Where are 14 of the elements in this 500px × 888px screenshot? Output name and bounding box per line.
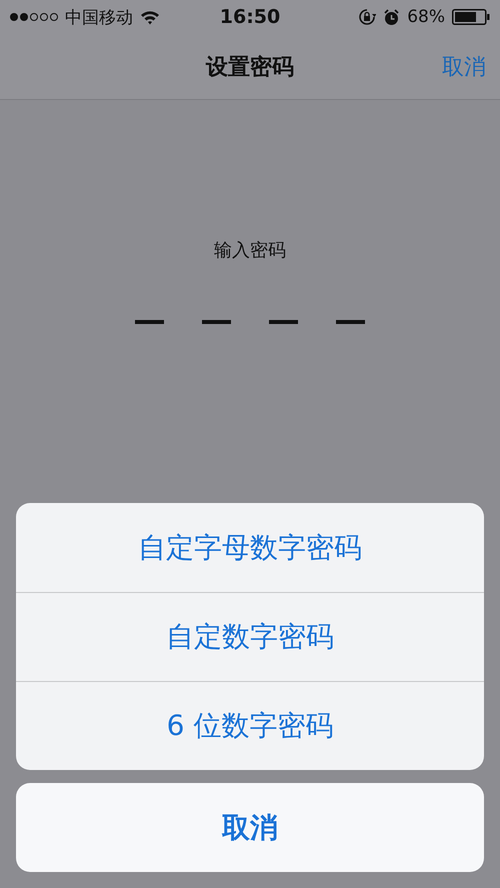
sheet-option[interactable]: 6 位数字密码: [16, 681, 484, 770]
passcode-prompt: 输入密码: [214, 239, 286, 262]
screen-title: 设置密码: [206, 54, 294, 82]
wifi-icon: [140, 10, 160, 24]
sheet-option[interactable]: 自定字母数字密码: [16, 503, 484, 592]
rotation-lock-icon: [358, 8, 376, 26]
sheet-option[interactable]: 自定数字密码: [16, 592, 484, 681]
carrier-name: 中国移动: [65, 6, 133, 28]
alarm-icon: [383, 8, 400, 26]
clock-time: 16:50: [220, 6, 280, 28]
battery-icon: [452, 9, 490, 25]
signal-icon: [10, 13, 58, 21]
battery-percentage: 68%: [407, 7, 445, 27]
cancel-button[interactable]: 取消: [16, 783, 484, 872]
